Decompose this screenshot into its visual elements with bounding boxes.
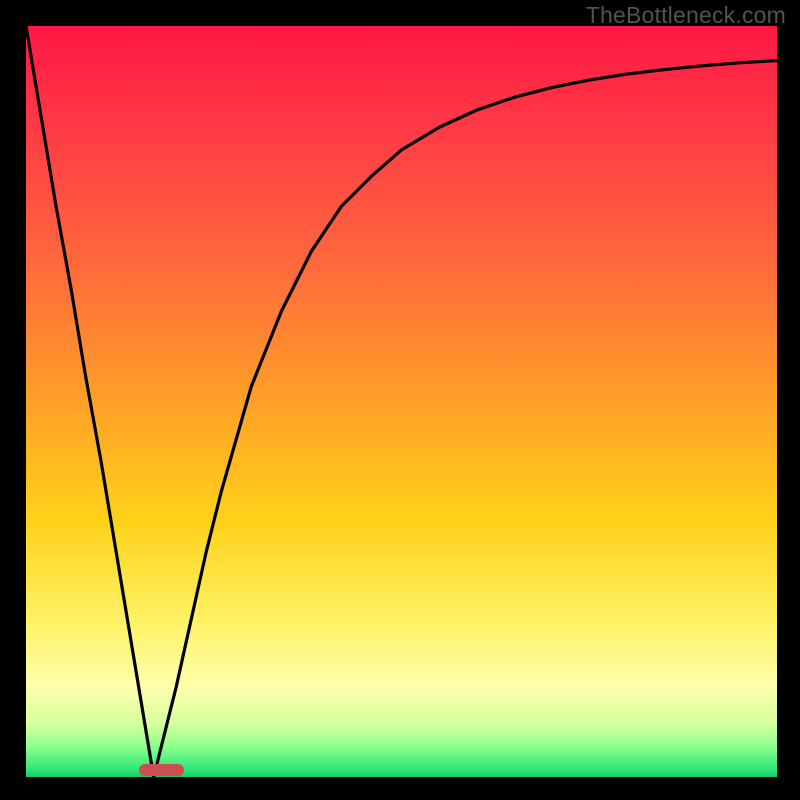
chart-curve: [26, 26, 777, 777]
bottleneck-marker: [139, 764, 184, 776]
chart-container: TheBottleneck.com: [0, 0, 800, 800]
watermark-text: TheBottleneck.com: [586, 2, 786, 29]
plot-area: [26, 26, 777, 777]
curve-path: [26, 26, 777, 777]
